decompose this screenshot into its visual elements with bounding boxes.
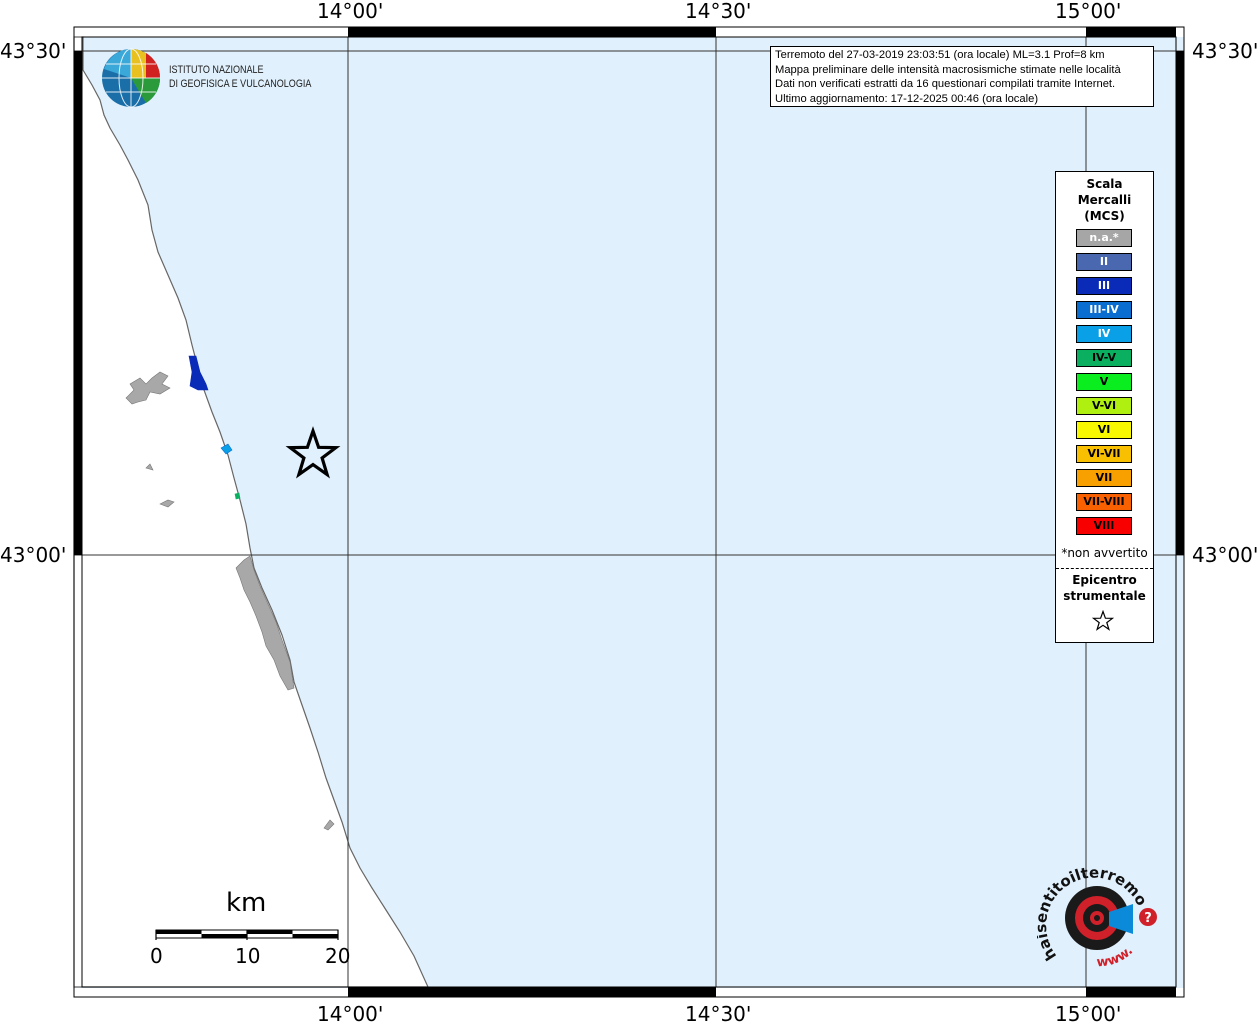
area-intensity-IV-V [234,492,241,500]
legend-title-line1: Scala [1086,177,1123,191]
lat-label-right-43-30: 43°30' [1192,39,1257,63]
legend-title-line3: (MCS) [1084,209,1125,223]
info-line-4: Ultimo aggiornamento: 17-12-2025 00:46 (… [775,92,1039,105]
legend-epicenter-line1: Epicentro [1072,573,1137,587]
legend-star-icon [1092,610,1114,631]
lon-label-bottom-14-00: 14°00' [317,1002,384,1026]
legend-epicenter-line2: strumentale [1063,589,1146,603]
legend-title-line2: Mercalli [1077,193,1132,207]
scalebar-tick-20: 20 [325,944,351,968]
legend-item: VI-VII [1076,445,1132,463]
legend-item: IV [1076,325,1132,343]
info-line-1: Terremoto del 27-03-2019 23:03:51 (ora l… [775,49,1105,61]
lat-label-right-43-00: 43°00' [1192,543,1257,567]
ingv-logo-text: ISTITUTO NAZIONALE DI GEOFISICA E VULCAN… [169,63,311,91]
legend-note: *non avvertito [1061,546,1148,560]
legend-item: n.a.* [1076,229,1132,247]
legend-item: VIII [1076,517,1132,535]
legend-divider [1056,568,1153,569]
lon-label-top-14-00: 14°00' [317,0,384,23]
lon-label-bottom-15-00: 15°00' [1055,1002,1122,1026]
legend-item: V-VI [1076,397,1132,415]
legend-item: II [1076,253,1132,271]
info-line-2: Mappa preliminare delle intensità macros… [775,63,1121,76]
scalebar-tick-10: 10 [235,944,261,968]
legend-item: IV-V [1076,349,1132,367]
legend-item: VI [1076,421,1132,439]
lon-label-top-14-30: 14°30' [685,0,752,23]
scalebar-tick-0: 0 [150,944,163,968]
lat-label-left-43-00: 43°00' [0,543,67,567]
lat-label-left-43-30: 43°30' [0,39,67,63]
info-line-3: Dati non verificati estratti da 16 quest… [775,78,1116,91]
legend-item: III-IV [1076,301,1132,319]
mcs-legend: Scala Mercalli (MCS) n.a.* II III III-IV IV I… [1055,171,1154,643]
legend-item: V [1076,373,1132,391]
legend-item: VII [1076,469,1132,487]
ingv-line1: ISTITUTO NAZIONALE [169,64,264,76]
legend-epicenter-label: Epicentro strumentale [1056,572,1153,604]
hsit-logo: haisentitoilterremoto.it www. ? [1037,864,1157,970]
legend-item: III [1076,277,1132,295]
legend-title: Scala Mercalli (MCS) [1056,176,1153,224]
hsit-question-mark: ? [1144,911,1152,926]
legend-item: VII-VIII [1076,493,1132,511]
earthquake-info-box: Terremoto del 27-03-2019 23:03:51 (ora l… [770,46,1154,107]
lon-label-bottom-14-30: 14°30' [685,1002,752,1026]
ingv-line2: DI GEOFISICA E VULCANOLOGIA [169,78,312,90]
lon-label-top-15-00: 15°00' [1055,0,1122,23]
